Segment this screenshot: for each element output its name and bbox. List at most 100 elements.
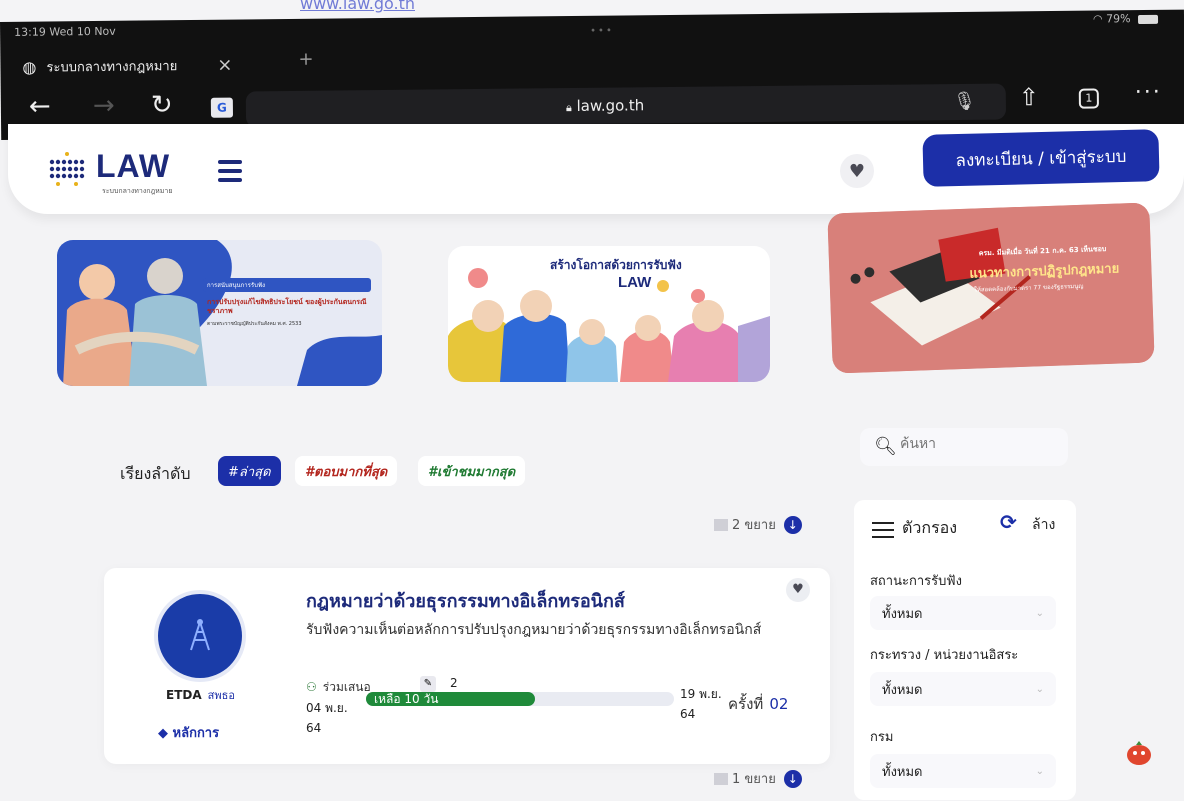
- more-icon[interactable]: ···: [1135, 80, 1162, 105]
- expand-count-label: 1 ขยาย: [732, 772, 776, 787]
- round-info: ครั้งที่ 02: [728, 692, 788, 716]
- wifi-icon: ◠: [1092, 12, 1103, 26]
- banner-law-reform[interactable]: ครม. มีมติเมื่อ วันที่ 21 ก.ค. 63 เห็นชอ…: [827, 202, 1155, 374]
- hearing-card[interactable]: ETDA สพธอ ◆ หลักการ กฎหมายว่าด้วยธุรกรรมท…: [104, 568, 830, 764]
- login-button[interactable]: ลงทะเบียน / เข้าสู่ระบบ: [922, 129, 1160, 187]
- filter-department-value: ทั้งหมด: [882, 764, 923, 780]
- arrow-down-icon[interactable]: ↓: [783, 515, 802, 534]
- expand-row-top[interactable]: 2 ขยาย ↓: [714, 514, 802, 535]
- search-box[interactable]: 🔍︎: [860, 428, 1068, 466]
- close-tab-icon[interactable]: ×: [217, 54, 232, 75]
- end-date-day: 19 พ.ย.: [680, 687, 722, 701]
- filter-status-label: สถานะการรับฟัง: [870, 574, 962, 589]
- end-date-year: 64: [680, 707, 696, 721]
- chevron-down-icon: ⌄: [1035, 683, 1044, 695]
- reload-icon[interactable]: ↻: [151, 90, 173, 120]
- browser-tab[interactable]: ◍ ระบบกลางทางกฎหมาย ×: [22, 47, 282, 84]
- filter-department-select[interactable]: ทั้งหมด ⌄: [870, 754, 1056, 788]
- forward-arrow-icon[interactable]: →: [93, 91, 115, 121]
- search-icon[interactable]: 🔍︎: [874, 436, 897, 457]
- org-name: ETDA สพธอ: [166, 686, 235, 704]
- filter-lines-icon: [872, 522, 894, 543]
- new-tab-icon[interactable]: +: [298, 49, 313, 70]
- multitask-dots-icon[interactable]: •••: [590, 26, 614, 37]
- battery-icon: [1137, 14, 1159, 24]
- people-icon: ⚇: [306, 680, 317, 694]
- address-bar[interactable]: 🔒︎ law.go.th 🎙︎: [245, 83, 1007, 128]
- expand-row-bottom[interactable]: 1 ขยาย ↓: [714, 768, 802, 789]
- participants-count: 2: [450, 676, 458, 690]
- filter-ministry-select[interactable]: ทั้งหมด ⌄: [870, 672, 1056, 706]
- chat-mascot-icon[interactable]: [1124, 738, 1154, 768]
- org-name-text: ETDA: [166, 688, 202, 702]
- sort-tag-most-viewed[interactable]: #เข้าชมมากสุด: [418, 456, 526, 486]
- browser-chrome: 13:19 Wed 10 Nov ••• ◠ 79% ◍ ระบบกลางทาง…: [0, 9, 1184, 140]
- participants-label: ร่วมเสนอ: [322, 680, 371, 694]
- globe-icon: ◍: [22, 57, 37, 77]
- reset-refresh-icon[interactable]: ⟳: [1000, 510, 1017, 534]
- flag-icon: [714, 772, 728, 785]
- tag-icon: ◆: [158, 726, 168, 741]
- card-description: รับฟังความเห็นต่อหลักการปรับปรุงกฎหมายว่…: [306, 622, 762, 638]
- start-date-day: 04 พ.ย.: [306, 701, 348, 715]
- participants: ⚇ ร่วมเสนอ: [306, 678, 371, 697]
- chevron-down-icon: ⌄: [1035, 765, 1044, 777]
- filter-status-value: ทั้งหมด: [882, 606, 923, 622]
- org-logo: [158, 594, 242, 678]
- translate-icon[interactable]: G: [210, 97, 234, 118]
- end-date: 19 พ.ย. 64: [680, 684, 722, 724]
- round-label: ครั้งที่: [728, 695, 764, 713]
- site-logo[interactable]: LAW ระบบกลางทางกฎหมาย: [46, 146, 196, 196]
- battery-percent: 79%: [1106, 12, 1131, 26]
- filter-title: ตัวกรอง: [902, 518, 958, 537]
- filter-ministry-label: กระทรวง / หน่วยงานอิสระ: [870, 648, 1019, 663]
- mic-icon[interactable]: 🎙︎: [953, 91, 976, 112]
- start-date: 04 พ.ย. 64: [306, 698, 348, 738]
- chevron-down-icon: ⌄: [1035, 607, 1044, 619]
- site-header: LAW ระบบกลางทางกฎหมาย ♥ ลงทะเบียน / เข้า…: [8, 124, 1184, 214]
- card-heart-icon[interactable]: ♥: [786, 578, 810, 602]
- banner-elderly-benefits[interactable]: การสนับสนุนการรับฟัง การปรับปรุงแก้ไขสิท…: [57, 240, 382, 386]
- expand-count-label: 2 ขยาย: [732, 518, 776, 533]
- lock-icon: 🔒︎: [565, 101, 572, 115]
- logo-subtitle: ระบบกลางทางกฎหมาย: [102, 187, 173, 195]
- favorite-heart-icon[interactable]: ♥: [840, 154, 874, 188]
- tab-title: ระบบกลางทางกฎหมาย: [46, 58, 178, 76]
- start-date-year: 64: [306, 721, 322, 735]
- menu-icon[interactable]: [218, 160, 242, 187]
- url-value: law.go.th: [576, 96, 645, 115]
- banner-2-logo: LAW: [618, 274, 652, 291]
- remaining-days-label: เหลือ 10 วัน: [374, 692, 439, 706]
- category-text: หลักการ: [172, 726, 220, 741]
- flag-icon: [714, 518, 728, 531]
- banner-2-text: สร้างโอกาสด้วยการรับฟัง: [550, 258, 682, 272]
- status-time: 13:19: [14, 25, 46, 39]
- status-date: Wed 10 Nov: [49, 24, 116, 39]
- sort-label: เรียงลำดับ: [120, 464, 191, 483]
- org-sub-text: สพธอ: [207, 689, 235, 702]
- card-title[interactable]: กฎหมายว่าด้วยธุรกรรมทางอิเล็กทรอนิกส์: [306, 586, 625, 615]
- tabs-icon[interactable]: 1: [1078, 88, 1099, 109]
- antenna-icon: [190, 619, 210, 651]
- filter-panel: ตัวกรอง ⟳ ล้าง สถานะการรับฟัง ทั้งหมด ⌄ ก…: [854, 500, 1076, 800]
- pencil-icon: ✎: [420, 676, 436, 692]
- sort-tag-latest[interactable]: #ล่าสุด: [218, 456, 281, 486]
- search-input[interactable]: [900, 436, 1050, 452]
- share-icon[interactable]: ⇧: [1019, 83, 1039, 111]
- banner-listening-opportunity[interactable]: สร้างโอกาสด้วยการรับฟัง LAW: [448, 246, 770, 382]
- category-badge: ◆ หลักการ: [158, 722, 219, 743]
- status-bar: 13:19 Wed 10 Nov: [14, 25, 116, 39]
- url-text[interactable]: 🔒︎ law.go.th: [566, 96, 644, 115]
- logo-text: LAW: [96, 148, 171, 184]
- arrow-down-icon[interactable]: ↓: [783, 769, 802, 788]
- reset-button[interactable]: ล้าง: [1032, 514, 1055, 536]
- sort-tag-most-responses[interactable]: #ตอบมากที่สุด: [295, 456, 398, 486]
- banner-1-text: การปรับปรุงแก้ไขสิทธิประโยชน์ ของผู้ประก…: [207, 298, 367, 315]
- filter-status-select[interactable]: ทั้งหมด ⌄: [870, 596, 1056, 630]
- logo-dots-icon: [49, 152, 85, 186]
- round-value: 02: [769, 695, 789, 713]
- back-arrow-icon[interactable]: ←: [29, 91, 51, 121]
- status-right: ◠ 79%: [1092, 12, 1159, 26]
- paper-link: www.law.go.th: [300, 0, 415, 13]
- banner-1-footnote: ตามพระราชบัญญัติประกันสังคม พ.ศ. 2533: [207, 321, 302, 327]
